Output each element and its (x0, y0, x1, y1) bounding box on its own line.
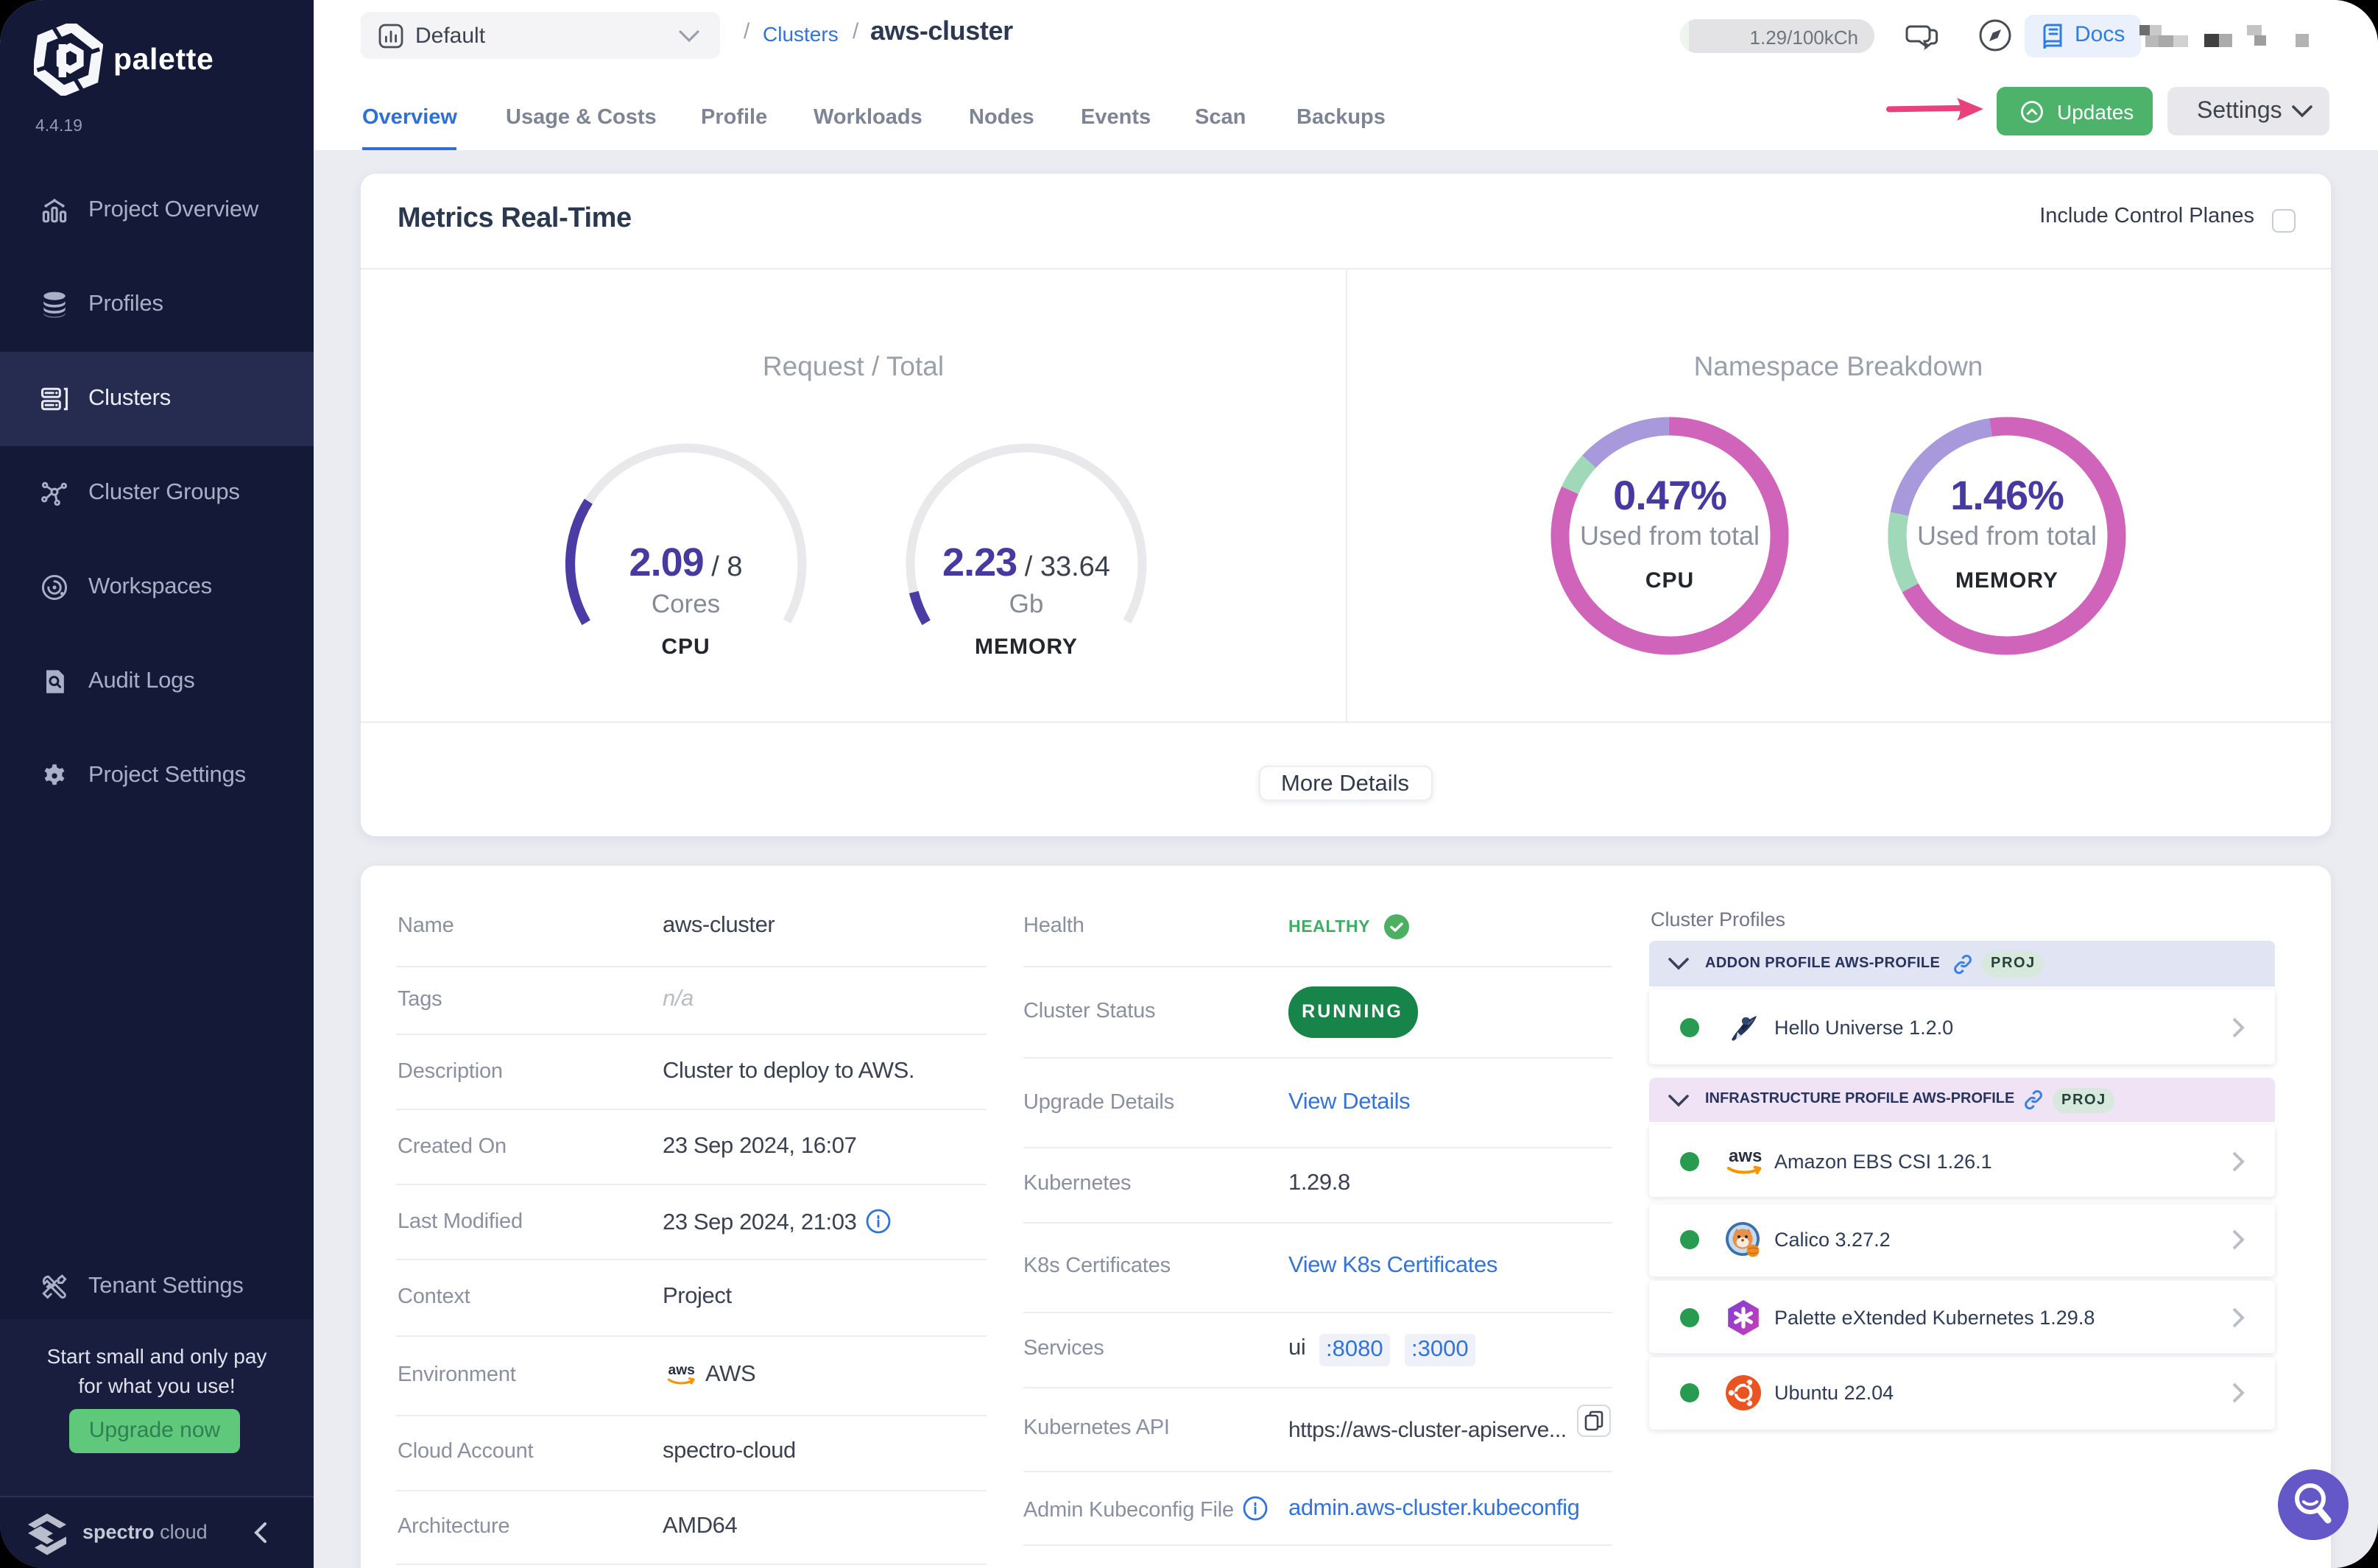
svg-text:aws: aws (1729, 1145, 1762, 1165)
svg-text:aws: aws (668, 1363, 695, 1378)
